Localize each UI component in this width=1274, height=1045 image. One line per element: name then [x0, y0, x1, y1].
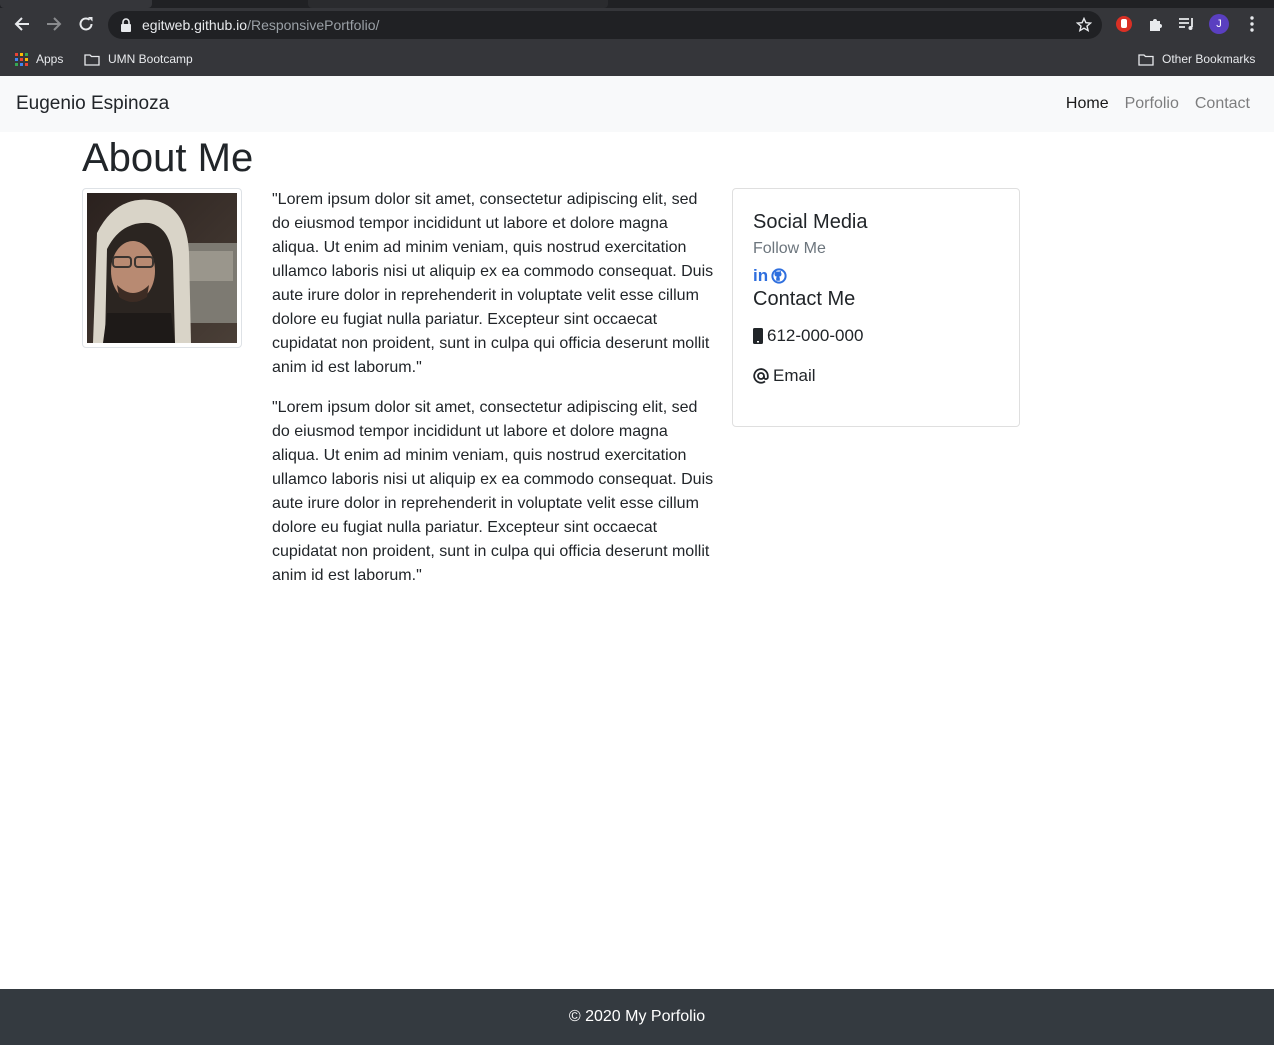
contact-phone[interactable]: 612-000-000 — [753, 325, 999, 347]
active-tab[interactable] — [0, 0, 152, 8]
back-button[interactable] — [8, 10, 36, 38]
other-bookmarks-label: Other Bookmarks — [1162, 52, 1256, 66]
bookmark-folder-umn[interactable]: UMN Bootcamp — [84, 50, 193, 68]
nav-link-portfolio[interactable]: Porfolio — [1125, 94, 1179, 114]
other-bookmarks[interactable]: Other Bookmarks — [1138, 50, 1255, 68]
reload-button[interactable] — [72, 10, 100, 38]
extension-stop-button[interactable] — [1113, 13, 1135, 35]
extensions-button[interactable] — [1145, 13, 1167, 35]
profile-photo-frame — [82, 188, 242, 348]
site-navbar: Eugenio Espinoza Home Porfolio Contact — [0, 76, 1274, 132]
social-links: in — [753, 267, 999, 285]
page-title: About Me — [82, 136, 254, 180]
profile-avatar: J — [1209, 14, 1229, 34]
media-control-button[interactable] — [1176, 13, 1198, 35]
apps-grid-icon — [15, 52, 28, 66]
forward-button[interactable] — [40, 10, 68, 38]
back-arrow-icon — [14, 17, 29, 31]
card-title-contact: Contact Me — [753, 288, 856, 310]
bio-paragraph: "Lorem ipsum dolor sit amet, consectetur… — [272, 191, 714, 376]
bookmark-star-icon[interactable] — [1076, 17, 1092, 33]
profile-photo-illustration — [87, 193, 237, 343]
kebab-menu-icon — [1250, 16, 1254, 32]
about-bio: "Lorem ipsum dolor sit amet, consectetur… — [272, 188, 716, 604]
card-subtitle-follow: Follow Me — [753, 240, 826, 257]
mobile-phone-icon — [753, 328, 763, 344]
url-path: /ResponsivePortfolio/ — [247, 17, 380, 33]
phone-number: 612-000-000 — [767, 326, 864, 345]
bookmark-folder-label: UMN Bootcamp — [108, 52, 193, 66]
url-host: egitweb.github.io — [142, 17, 248, 33]
url-text: egitweb.github.io/ResponsivePortfolio/ — [142, 17, 379, 33]
nav-links: Home Porfolio Contact — [1066, 94, 1250, 114]
stop-hand-icon — [1116, 16, 1132, 32]
email-link: Email — [773, 366, 816, 385]
bookmarks-bar: Apps UMN Bootcamp Other Bookmarks — [0, 46, 1274, 72]
nav-link-contact[interactable]: Contact — [1195, 94, 1250, 114]
social-contact-card: Social Media Follow Me in Contact Me 612… — [732, 188, 1020, 427]
contact-email[interactable]: Email — [753, 365, 999, 387]
navbar-brand[interactable]: Eugenio Espinoza — [16, 93, 169, 115]
puzzle-piece-icon — [1150, 19, 1162, 31]
at-sign-icon — [753, 368, 769, 384]
forward-arrow-icon — [47, 17, 62, 31]
tab-strip — [0, 0, 1274, 8]
browser-toolbar: egitweb.github.io/ResponsivePortfolio/ J — [0, 8, 1274, 42]
folder-icon — [1138, 53, 1154, 66]
card-title-social: Social Media — [753, 211, 868, 233]
linkedin-icon[interactable]: in — [753, 267, 768, 285]
bio-paragraph: "Lorem ipsum dolor sit amet, consectetur… — [272, 399, 714, 584]
browser-chrome: egitweb.github.io/ResponsivePortfolio/ J… — [0, 0, 1274, 76]
browser-menu-button[interactable] — [1241, 13, 1263, 35]
lock-icon — [121, 18, 131, 32]
profile-button[interactable]: J — [1208, 13, 1230, 35]
profile-photo — [87, 193, 237, 343]
apps-label: Apps — [36, 52, 64, 66]
address-bar[interactable]: egitweb.github.io/ResponsivePortfolio/ — [108, 11, 1102, 39]
folder-icon — [84, 53, 100, 66]
nav-link-home[interactable]: Home — [1066, 94, 1109, 114]
browser-tab[interactable] — [308, 0, 608, 8]
footer-text: © 2020 My Porfolio — [568, 1008, 706, 1025]
reload-icon — [79, 17, 93, 31]
playlist-music-icon — [1179, 18, 1193, 30]
site-footer: © 2020 My Porfolio — [0, 989, 1274, 1045]
github-icon[interactable] — [771, 268, 787, 284]
apps-shortcut[interactable]: Apps — [15, 50, 63, 68]
